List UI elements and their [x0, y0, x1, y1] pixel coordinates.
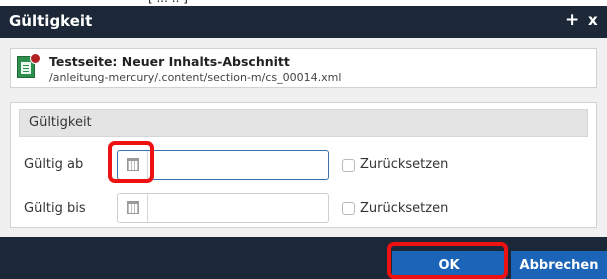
validity-legend-label: Gültigkeit: [29, 115, 92, 130]
resource-title: Testseite: Neuer Inhalts-Abschnitt: [49, 54, 290, 69]
valid-to-reset-checkbox[interactable]: [342, 202, 355, 215]
valid-to-label: Gültig bis: [24, 201, 86, 216]
close-icon[interactable]: x: [588, 11, 598, 29]
red-dot-icon: [30, 53, 41, 64]
validity-legend: Gültigkeit: [19, 109, 588, 137]
resource-path: /anleitung-mercury/.content/section-m/cs…: [49, 71, 342, 84]
calendar-icon: [126, 200, 139, 214]
valid-from-label: Gültig ab: [24, 157, 84, 172]
cropped-top-text: [ ... .. ]: [148, 0, 188, 5]
highlight-calendar-button: [108, 141, 154, 183]
dialog-titlebar: Gültigkeit + x: [0, 6, 607, 38]
resource-info-box: Testseite: Neuer Inhalts-Abschnitt /anle…: [10, 48, 597, 88]
highlight-ok-button: [387, 242, 508, 279]
dialog-title: Gültigkeit: [9, 12, 93, 30]
valid-to-calendar-button[interactable]: [118, 194, 148, 222]
dialog-body: Testseite: Neuer Inhalts-Abschnitt /anle…: [0, 38, 607, 237]
dialog-button-bar: OK Abbrechen: [0, 237, 607, 279]
validity-fieldset: Gültigkeit Gültig ab Zurücksetzen Gültig…: [10, 102, 597, 228]
valid-to-date-field[interactable]: [117, 193, 329, 223]
valid-from-reset-label[interactable]: Zurücksetzen: [360, 157, 448, 172]
maximize-plus-icon[interactable]: +: [565, 10, 579, 30]
valid-to-reset-label[interactable]: Zurücksetzen: [360, 201, 448, 216]
cancel-button[interactable]: Abbrechen: [511, 251, 607, 279]
valid-from-reset-checkbox[interactable]: [342, 159, 355, 172]
